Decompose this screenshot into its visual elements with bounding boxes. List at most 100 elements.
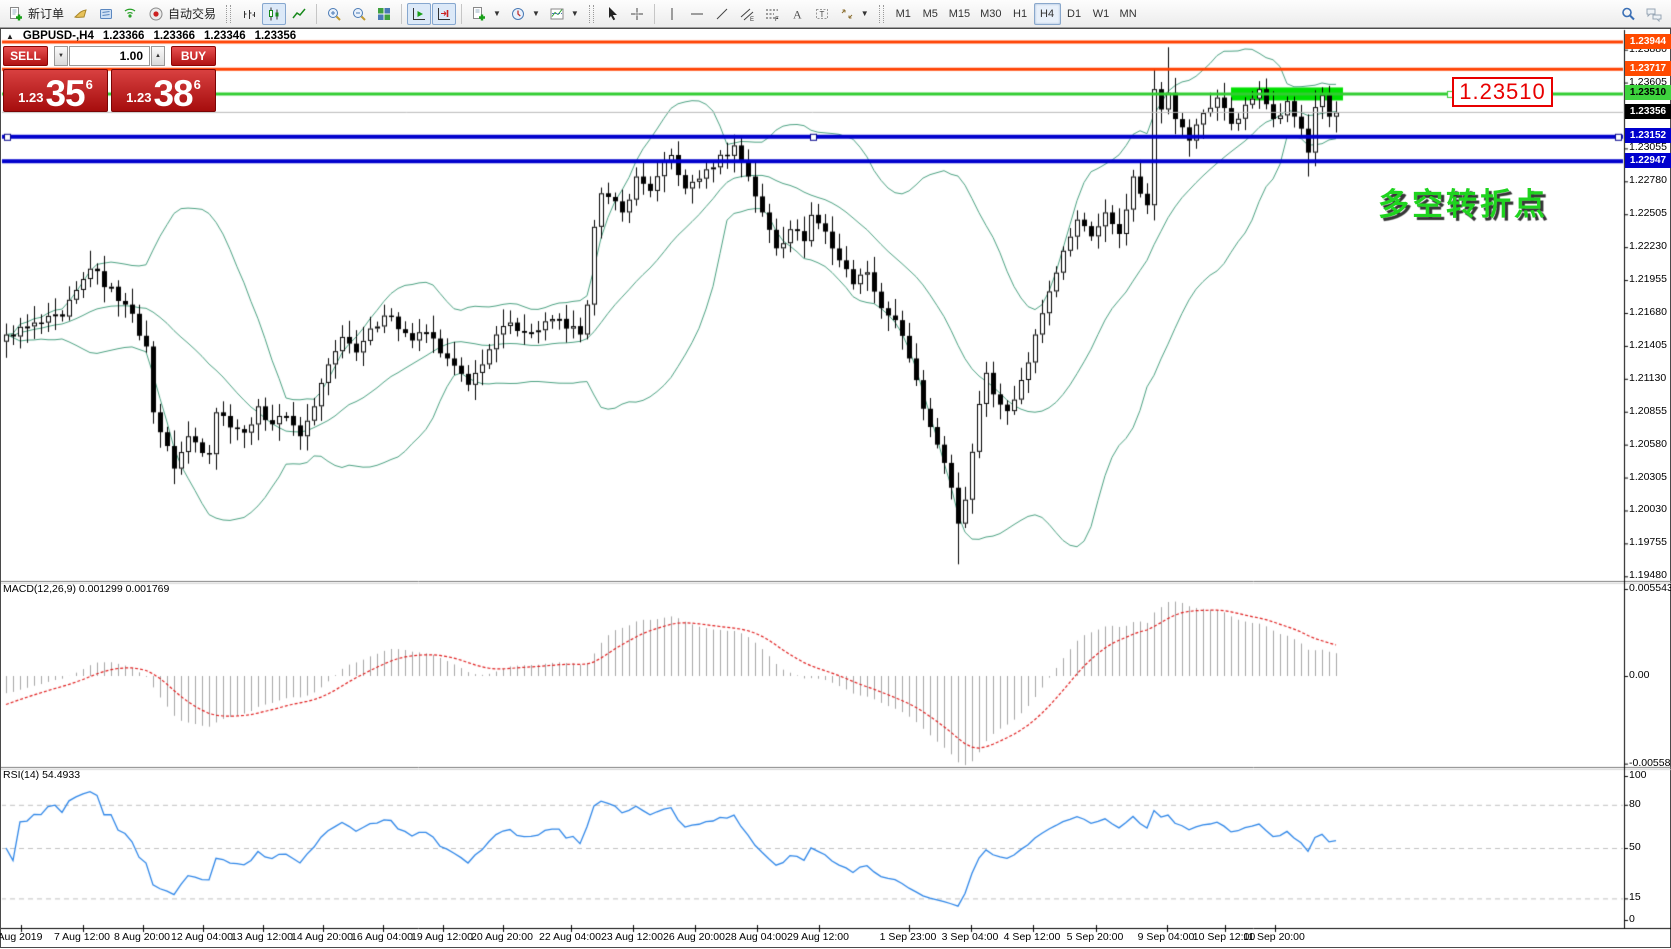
signals-icon (123, 6, 139, 22)
volume-field[interactable]: 1.00 (69, 46, 150, 66)
chart-window (0, 28, 1671, 948)
chat-button[interactable] (1641, 3, 1667, 25)
tile-windows-icon (376, 6, 392, 22)
toolbar-separator (461, 4, 462, 24)
toolbar-grip (589, 5, 594, 23)
time-axis-label: 3 Sep 04:00 (942, 931, 999, 943)
collapse-icon[interactable]: ▲ (6, 32, 14, 41)
ohlc-low: 1.23346 (204, 30, 246, 42)
new-order-button[interactable]: 新订单 (4, 3, 68, 25)
toolbar-grip (226, 5, 231, 23)
zoom-in-icon (326, 6, 342, 22)
chart-canvas[interactable] (1, 29, 1671, 949)
channel-button[interactable]: E (735, 3, 759, 25)
autoscroll-button[interactable] (407, 3, 431, 25)
trendline-icon (714, 6, 730, 22)
time-axis-label: 16 Aug 04:00 (351, 931, 413, 943)
toolbar-separator (401, 4, 402, 24)
template-icon (549, 6, 565, 22)
autotrading-label: 自动交易 (168, 5, 216, 22)
crosshair-button[interactable] (625, 3, 649, 25)
price-axis-tick: 1.20030 (1629, 503, 1667, 515)
time-axis-label: 5 Sep 20:00 (1067, 931, 1124, 943)
price-axis-badge-1.23717: 1.23717 (1625, 61, 1671, 76)
timeframe-button-d1[interactable]: D1 (1061, 3, 1088, 25)
volume-increase-button[interactable]: ▲ (151, 46, 165, 66)
time-axis-label: 22 Aug 04:00 (539, 931, 601, 943)
time-axis-label: 29 Aug 12:00 (787, 931, 849, 943)
macd-axis-tick: 0.005543 (1629, 582, 1671, 594)
indicators-button[interactable]: ▼ (467, 3, 505, 25)
periods-button[interactable]: ▼ (506, 3, 544, 25)
line-chart-button[interactable] (287, 3, 311, 25)
vertical-line-button[interactable] (660, 3, 684, 25)
sell-button[interactable]: SELL (3, 46, 48, 66)
timeframe-button-w1[interactable]: W1 (1088, 3, 1115, 25)
volume-decrease-button[interactable]: ▼ (54, 46, 68, 66)
timeframe-button-h4[interactable]: H4 (1034, 3, 1061, 25)
timeframe-button-m5[interactable]: M5 (917, 3, 944, 25)
tile-windows-button[interactable] (372, 3, 396, 25)
time-axis-label: 7 Aug 12:00 (54, 931, 110, 943)
timeframe-button-m1[interactable]: M1 (890, 3, 917, 25)
crosshair-icon (629, 6, 645, 22)
cursor-button[interactable] (600, 3, 624, 25)
time-axis-label: 1 Sep 23:00 (880, 931, 937, 943)
price-axis-badge-1.23944: 1.23944 (1625, 34, 1671, 49)
price-axis-tick: 1.22505 (1629, 207, 1667, 219)
fibonacci-button[interactable]: F (760, 3, 784, 25)
arrows-button[interactable]: ▼ (835, 3, 873, 25)
candlestick-chart-button[interactable] (262, 3, 286, 25)
price-axis-badge-1.23152: 1.23152 (1625, 128, 1671, 143)
sell-price-prefix: 1.23 (18, 90, 43, 105)
price-axis-tick: 1.21405 (1629, 339, 1667, 351)
price-label-box[interactable]: 1.23510 (1452, 77, 1553, 107)
rsi-axis-tick: 50 (1629, 841, 1641, 853)
time-axis-label: 11 Sep 20:00 (1243, 931, 1305, 943)
autotrading-button[interactable]: 自动交易 (144, 3, 220, 25)
timeframe-button-mn[interactable]: MN (1115, 3, 1142, 25)
buy-price-box[interactable]: 1.23 38 6 (111, 69, 216, 112)
zoom-in-button[interactable] (322, 3, 346, 25)
bar-chart-button[interactable] (237, 3, 261, 25)
ohlc-open: 1.23366 (103, 30, 145, 42)
new-order-icon (8, 6, 24, 22)
time-axis-label: 9 Sep 04:00 (1138, 931, 1195, 943)
indicators-icon (471, 6, 487, 22)
text-label-button[interactable]: T (810, 3, 834, 25)
rsi-indicator-label: RSI(14) 54.4933 (3, 769, 80, 782)
toolbar-separator (316, 4, 317, 24)
svg-text:T: T (819, 10, 824, 19)
timeframe-button-m15[interactable]: M15 (944, 3, 975, 25)
timeframe-button-h1[interactable]: H1 (1007, 3, 1034, 25)
buy-button[interactable]: BUY (171, 46, 216, 66)
macd-axis-tick: 0.00 (1629, 669, 1649, 681)
time-axis-label: 28 Aug 04:00 (725, 931, 787, 943)
search-button[interactable] (1616, 3, 1640, 25)
metaeditor-icon (98, 6, 114, 22)
text-label-icon: T (814, 6, 830, 22)
time-axis-label: 19 Aug 12:00 (411, 931, 473, 943)
text-icon: A (789, 6, 805, 22)
price-axis-tick: 1.21680 (1629, 306, 1667, 318)
zoom-out-button[interactable] (347, 3, 371, 25)
text-button[interactable]: A (785, 3, 809, 25)
cursor-icon (604, 6, 620, 22)
toolbar: 新订单 自动交易 ▼ ▼ ▼ E F A T ▼ M1M5M15M30H1H4D… (0, 0, 1671, 28)
templates-button[interactable]: ▼ (545, 3, 583, 25)
candlestick-chart-icon (266, 6, 282, 22)
ohlc-close: 1.23356 (255, 30, 297, 42)
book-button[interactable] (69, 3, 93, 25)
sell-price-box[interactable]: 1.23 35 6 (3, 69, 108, 112)
time-axis-label: 26 Aug 20:00 (663, 931, 725, 943)
timeframe-button-m30[interactable]: M30 (975, 3, 1006, 25)
macd-indicator-label: MACD(12,26,9) 0.001299 0.001769 (3, 583, 169, 596)
horizontal-line-button[interactable] (685, 3, 709, 25)
metaeditor-button[interactable] (94, 3, 118, 25)
chart-shift-button[interactable] (432, 3, 456, 25)
signals-button[interactable] (119, 3, 143, 25)
buy-price-pip: 6 (194, 77, 201, 92)
rsi-axis-tick: 80 (1629, 798, 1641, 810)
price-axis-tick: 1.20305 (1629, 471, 1667, 483)
trendline-button[interactable] (710, 3, 734, 25)
